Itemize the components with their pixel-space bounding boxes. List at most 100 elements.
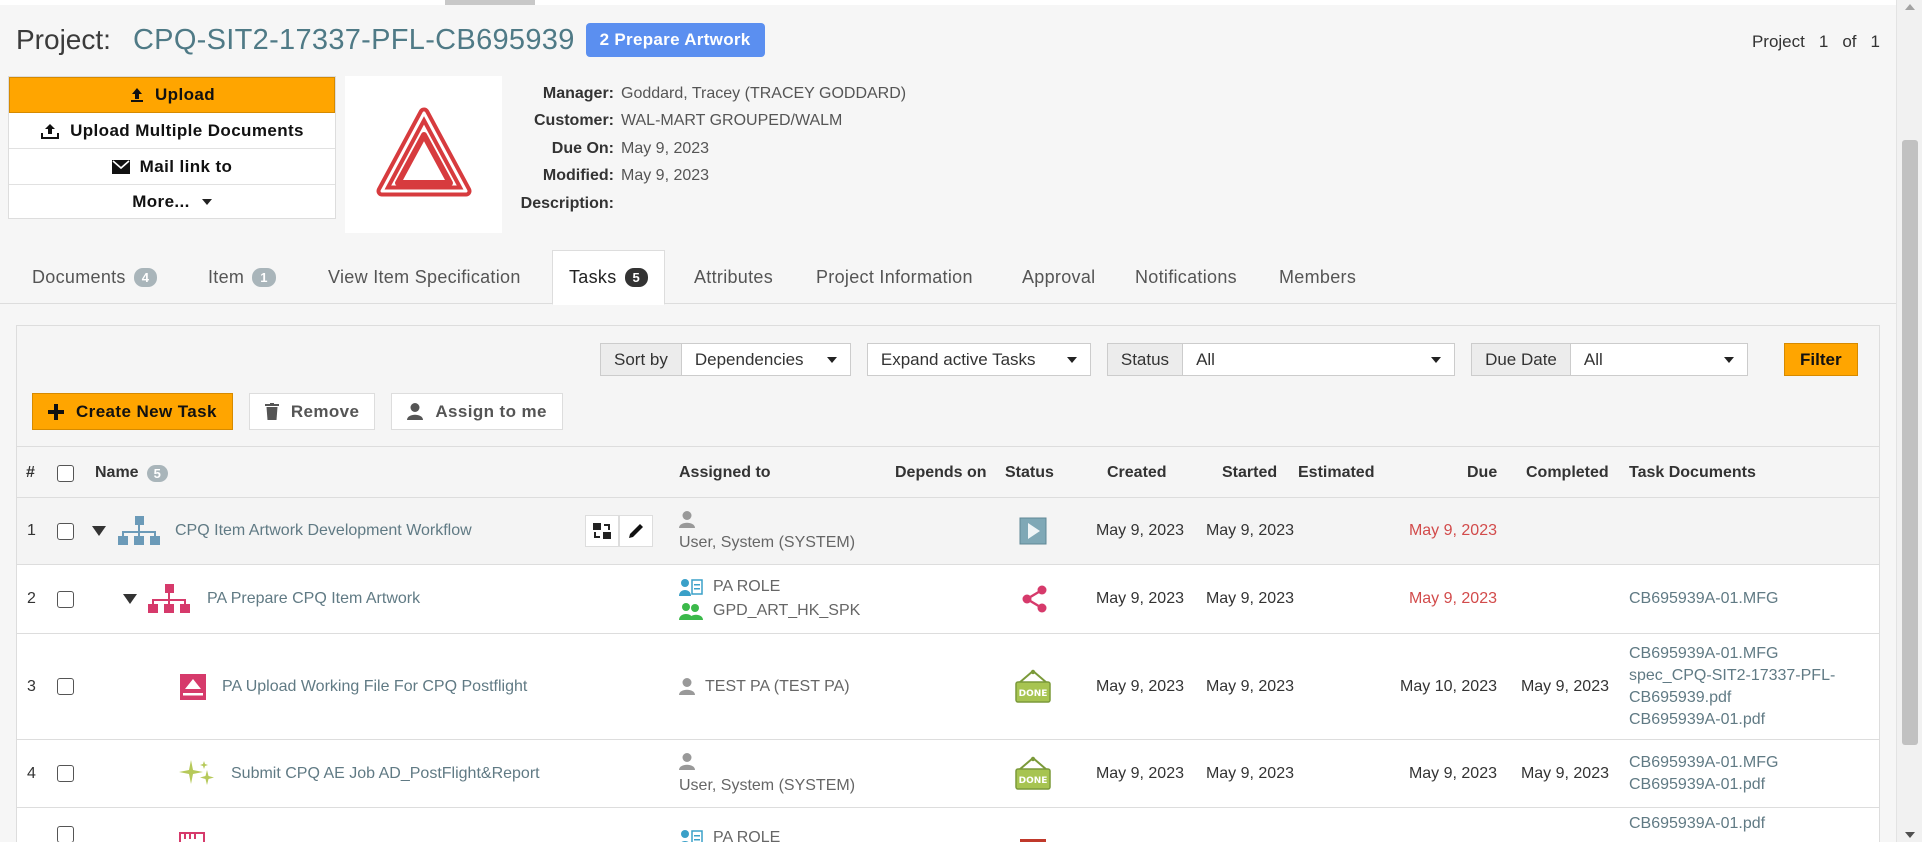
scroll-thumb[interactable] xyxy=(1902,140,1918,745)
document-link[interactable]: CB695939A-01.MFG xyxy=(1629,752,1778,774)
sort-by-select[interactable]: Dependencies xyxy=(682,344,850,375)
table-row[interactable]: 3 PA Upload Working File For CPQ Postfli… xyxy=(17,634,1879,740)
col-estimated[interactable]: Estimated xyxy=(1298,447,1374,499)
table-row[interactable]: 1 CPQ Item Artwork Development Workflow … xyxy=(17,498,1879,565)
table-row[interactable]: PA ROLE CB695939A-01.pdf xyxy=(17,808,1879,842)
status-filter[interactable]: Status All xyxy=(1106,343,1456,376)
col-task-documents[interactable]: Task Documents xyxy=(1629,447,1756,499)
task-type-icon xyxy=(179,832,205,842)
tab-tasks[interactable]: Tasks 5 xyxy=(552,250,666,305)
document-link[interactable]: CB695939A-01.pdf xyxy=(1629,774,1765,796)
mail-link-label: Mail link to xyxy=(139,156,233,176)
project-header: Project: CPQ-SIT2-17337-PFL-CB695939 2 P… xyxy=(16,18,765,62)
tab-label: Members xyxy=(1279,266,1357,287)
project-code: CPQ-SIT2-17337-PFL-CB695939 xyxy=(132,23,575,56)
sort-by-control[interactable]: Sort by Dependencies xyxy=(600,343,851,376)
create-new-task-button[interactable]: Create New Task xyxy=(32,393,233,430)
due-date-select[interactable]: All xyxy=(1571,344,1747,375)
task-name-link[interactable]: CPQ Item Artwork Development Workflow xyxy=(175,498,472,564)
table-header: # Name 5 Assigned to Depends on Status Cr… xyxy=(17,446,1879,498)
table-row[interactable]: 2 PA Prepare CPQ Item Artwork PA ROLE GP… xyxy=(17,565,1879,634)
document-link[interactable]: CB695939A-01.pdf xyxy=(1629,813,1765,835)
due-value: May 9, 2023 xyxy=(621,139,710,157)
task-name-link[interactable]: Submit CPQ AE Job AD_PostFlight&Report xyxy=(231,740,540,807)
tab-attributes[interactable]: Attributes xyxy=(694,250,773,304)
row-checkbox[interactable] xyxy=(57,740,74,807)
tab-view-item-specification[interactable]: View Item Specification xyxy=(328,250,521,304)
col-started[interactable]: Started xyxy=(1222,447,1277,499)
row-checkbox[interactable] xyxy=(57,498,74,564)
tab-members[interactable]: Members xyxy=(1279,250,1356,304)
customer-label: Customer: xyxy=(533,112,614,130)
mail-link-button[interactable]: Mail link to xyxy=(9,149,335,185)
create-task-label: Create New Task xyxy=(76,401,217,421)
project-meta: Manager: Goddard, Tracey (TRACEY GODDARD)… xyxy=(510,80,906,218)
tab-approval[interactable]: Approval xyxy=(1022,250,1095,304)
tab-project-information[interactable]: Project Information xyxy=(816,250,973,304)
col-due[interactable]: Due xyxy=(1467,447,1497,499)
remove-button[interactable]: Remove xyxy=(248,393,376,430)
col-depends[interactable]: Depends on xyxy=(895,447,987,499)
upload-button[interactable]: Upload xyxy=(9,77,335,113)
edit-button[interactable] xyxy=(619,515,653,547)
started-date: May 9, 2023 xyxy=(1205,677,1294,695)
assign-to-me-button[interactable]: Assign to me xyxy=(391,393,563,430)
task-documents-cell: CB695939A-01.MFG CB695939A-01.pdf xyxy=(1629,740,1778,807)
scroll-down-icon[interactable] xyxy=(1905,832,1915,838)
caret-down-icon xyxy=(1723,356,1734,363)
reassign-button[interactable] xyxy=(585,515,619,547)
row-checkbox[interactable] xyxy=(57,565,74,633)
collapse-toggle[interactable] xyxy=(123,565,137,633)
expand-tasks-select[interactable]: Expand active Tasks xyxy=(866,343,1091,376)
task-name-link[interactable]: PA Upload Working File For CPQ Postfligh… xyxy=(222,634,527,739)
stage-badge: 2 Prepare Artwork xyxy=(585,23,765,57)
caret-down-icon xyxy=(201,198,212,205)
col-created[interactable]: Created xyxy=(1107,447,1167,499)
tab-notifications[interactable]: Notifications xyxy=(1135,250,1237,304)
scroll-up-icon[interactable] xyxy=(1905,4,1915,10)
filter-button[interactable]: Filter xyxy=(1784,343,1858,376)
customer-value: WAL-MART GROUPED/WALM xyxy=(621,112,843,130)
pager-of: of xyxy=(1842,32,1857,51)
document-link[interactable]: CB695939A-01.MFG xyxy=(1629,643,1778,665)
status-filter-label: Status xyxy=(1107,344,1184,375)
status-select[interactable]: All xyxy=(1183,344,1454,375)
select-all-checkbox[interactable] xyxy=(57,447,74,499)
assigned-cell: User, System (SYSTEM) xyxy=(679,498,855,564)
col-status[interactable]: Status xyxy=(1005,447,1054,499)
collapse-toggle[interactable] xyxy=(92,498,106,564)
vertical-scrollbar[interactable] xyxy=(1896,0,1922,842)
tab-label: Documents xyxy=(32,266,126,287)
due-date-label: Due Date xyxy=(1472,344,1571,375)
col-name[interactable]: Name 5 xyxy=(95,447,168,499)
triangle-down-icon xyxy=(123,594,137,604)
col-completed[interactable]: Completed xyxy=(1526,447,1609,499)
sort-by-value: Dependencies xyxy=(694,349,804,369)
share-icon xyxy=(1020,565,1050,633)
document-link[interactable]: CB695939A-01.MFG xyxy=(1629,588,1778,610)
document-link[interactable]: spec_CPQ-SIT2-17337-PFL- xyxy=(1629,665,1835,687)
col-assigned[interactable]: Assigned to xyxy=(679,447,771,499)
due-date-filter[interactable]: Due Date All xyxy=(1471,343,1748,376)
task-name-link[interactable]: PA Prepare CPQ Item Artwork xyxy=(207,565,420,633)
user-icon xyxy=(679,678,695,695)
tab-item[interactable]: Item 1 xyxy=(208,250,276,304)
document-link[interactable]: CB695939.pdf xyxy=(1629,687,1731,709)
upload-multiple-button[interactable]: Upload Multiple Documents xyxy=(9,113,335,149)
tab-label: Item xyxy=(208,266,245,287)
more-button[interactable]: More... xyxy=(9,185,335,218)
assign-label: Assign to me xyxy=(435,401,547,421)
tab-documents[interactable]: Documents 4 xyxy=(32,250,158,304)
due-date: May 10, 2023 xyxy=(1400,677,1497,695)
project-pager: Project 1 of 1 xyxy=(1752,32,1880,52)
row-checkbox[interactable] xyxy=(57,826,74,842)
row-number: 4 xyxy=(27,764,36,782)
action-menu: Upload Upload Multiple Documents Mail li… xyxy=(8,76,336,219)
user-icon xyxy=(679,510,695,528)
document-link[interactable]: CB695939A-01.pdf xyxy=(1629,709,1765,731)
table-row[interactable]: 4 Submit CPQ AE Job AD_PostFlight&Report… xyxy=(17,740,1879,808)
row-checkbox[interactable] xyxy=(57,634,74,739)
caret-down-icon xyxy=(1066,356,1077,363)
upload-icon xyxy=(130,88,143,102)
tab-count: 1 xyxy=(252,267,276,287)
